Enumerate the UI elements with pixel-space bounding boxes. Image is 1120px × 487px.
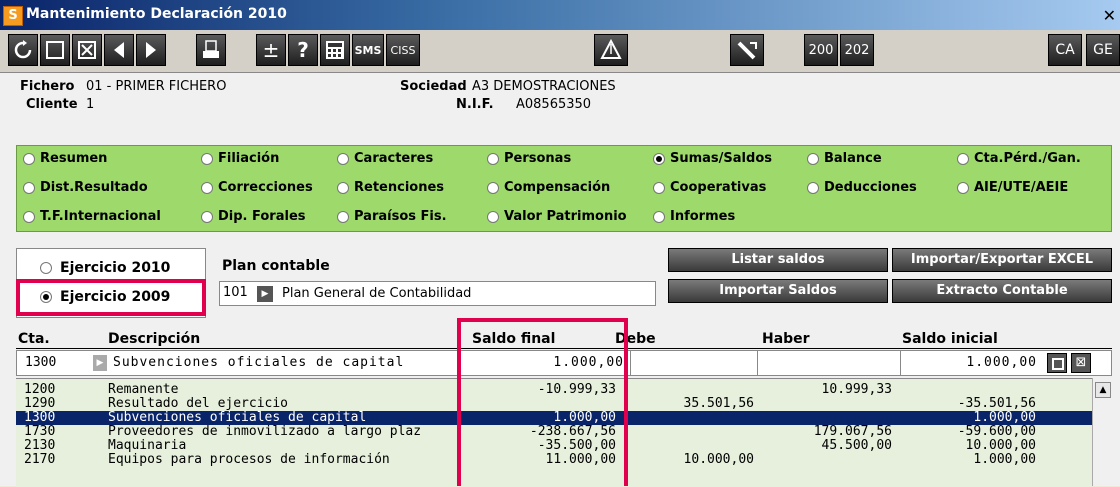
- sms-button[interactable]: SMS: [352, 34, 384, 66]
- section-aie-ute-aeie[interactable]: AIE/UTE/AEIE: [957, 180, 1068, 195]
- app-icon: S: [3, 6, 23, 26]
- section-personas[interactable]: Personas: [487, 151, 571, 166]
- tools-icon[interactable]: [730, 34, 764, 66]
- highlight-box: [16, 279, 206, 316]
- section-compensacion[interactable]: Compensación: [487, 180, 610, 195]
- radio-icon: [653, 210, 665, 223]
- ca-button[interactable]: CA: [1048, 34, 1082, 66]
- section-tf-internacional[interactable]: T.F.Internacional: [23, 209, 161, 224]
- fichero-value: 01 - PRIMER FICHERO: [86, 79, 227, 94]
- edit-haber-field[interactable]: [757, 351, 901, 375]
- radio-icon: [807, 181, 819, 194]
- radio-icon: [957, 152, 969, 165]
- importar-saldos-button[interactable]: Importar Saldos: [668, 279, 888, 303]
- section-balance[interactable]: Balance: [807, 151, 882, 166]
- plan-label: Plan contable: [222, 258, 330, 274]
- section-deducciones[interactable]: Deducciones: [807, 180, 917, 195]
- extracto-contable-button[interactable]: Extracto Contable: [892, 279, 1112, 303]
- radio-icon: [201, 210, 213, 223]
- model-200-button[interactable]: 200: [804, 34, 838, 66]
- section-paraisos-fis[interactable]: Paraísos Fis.: [337, 209, 447, 224]
- window-title: Mantenimiento Declaración 2010: [26, 6, 287, 22]
- section-cooperativas[interactable]: Cooperativas: [653, 180, 766, 195]
- section-selector: Resumen Filiación Caracteres Personas Su…: [16, 145, 1112, 232]
- main-window: S Mantenimiento Declaración 2010 ✕ ± ? S…: [0, 0, 1120, 487]
- cliente-value: 1: [86, 97, 95, 112]
- cta-lookup-icon[interactable]: ▶: [93, 355, 107, 371]
- radio-selected-icon: [653, 152, 665, 165]
- radio-icon: [201, 181, 213, 194]
- radio-icon: [487, 210, 499, 223]
- edit-cta-field[interactable]: 1300: [25, 355, 56, 370]
- radio-icon: [653, 181, 665, 194]
- new-record-icon[interactable]: [40, 34, 70, 66]
- section-retenciones[interactable]: Retenciones: [337, 180, 444, 195]
- section-correcciones[interactable]: Correcciones: [201, 180, 313, 195]
- radio-icon: [487, 152, 499, 165]
- plan-field[interactable]: 101 ▶ Plan General de Contabilidad: [219, 281, 656, 306]
- header-saldo-inicial: Saldo inicial: [902, 331, 998, 347]
- delete-record-icon[interactable]: [72, 34, 102, 66]
- nif-value: A08565350: [516, 97, 592, 112]
- edit-delete-icon[interactable]: ⊠: [1071, 353, 1091, 373]
- info-panel: Fichero 01 - PRIMER FICHERO Cliente 1 So…: [0, 73, 1120, 143]
- ejercicio-2010-radio[interactable]: Ejercicio 2010: [40, 260, 170, 276]
- title-bar[interactable]: S Mantenimiento Declaración 2010 ✕: [0, 0, 1120, 30]
- section-resumen[interactable]: Resumen: [23, 151, 107, 166]
- section-caracteres[interactable]: Caracteres: [337, 151, 433, 166]
- section-valor-patrimonio[interactable]: Valor Patrimonio: [487, 209, 627, 224]
- calculator-icon[interactable]: [320, 34, 350, 66]
- vertical-scrollbar[interactable]: ▲: [1092, 378, 1113, 486]
- radio-icon: [487, 181, 499, 194]
- header-descripcion: Descripción: [108, 331, 201, 347]
- radio-icon: [23, 210, 35, 223]
- radio-icon: [957, 181, 969, 194]
- radio-icon: [23, 152, 35, 165]
- edit-desc-field[interactable]: Subvenciones oficiales de capital: [113, 355, 404, 370]
- sociedad-label: Sociedad: [400, 79, 467, 94]
- radio-icon: [337, 210, 349, 223]
- section-sumas-saldos[interactable]: Sumas/Saldos: [653, 151, 772, 166]
- radio-icon: [201, 152, 213, 165]
- warning-icon[interactable]: [594, 34, 628, 66]
- header-cta: Cta.: [18, 331, 50, 347]
- scroll-up-icon[interactable]: ▲: [1095, 382, 1111, 398]
- section-dist-resultado[interactable]: Dist.Resultado: [23, 180, 148, 195]
- print-icon[interactable]: [196, 34, 226, 66]
- refresh-icon[interactable]: [8, 34, 38, 66]
- radio-icon: [40, 262, 52, 274]
- next-icon[interactable]: [136, 34, 166, 66]
- radio-icon: [337, 152, 349, 165]
- cliente-label: Cliente: [26, 97, 78, 112]
- plus-minus-icon[interactable]: ±: [256, 34, 286, 66]
- nif-label: N.I.F.: [456, 97, 494, 112]
- toolbar: ± ? SMS CISS 200 202 CA GE: [0, 30, 1120, 73]
- model-202-button[interactable]: 202: [840, 34, 874, 66]
- edit-saldo-inicial-field[interactable]: 1.000,00: [901, 355, 1037, 370]
- sociedad-value: A3 DEMOSTRACIONES: [472, 79, 616, 94]
- close-icon[interactable]: ✕: [1103, 6, 1116, 25]
- help-icon[interactable]: ?: [288, 34, 318, 66]
- section-cta-perd-gan[interactable]: Cta.Pérd./Gan.: [957, 151, 1081, 166]
- radio-icon: [23, 181, 35, 194]
- plan-lookup-icon[interactable]: ▶: [257, 286, 273, 302]
- ge-button[interactable]: GE: [1086, 34, 1120, 66]
- radio-icon: [807, 152, 819, 165]
- header-haber: Haber: [762, 331, 810, 347]
- radio-icon: [337, 181, 349, 194]
- section-dip-forales[interactable]: Dip. Forales: [201, 209, 306, 224]
- listar-saldos-button[interactable]: Listar saldos: [668, 248, 888, 272]
- previous-icon[interactable]: [104, 34, 134, 66]
- fichero-label: Fichero: [20, 79, 75, 94]
- highlight-box: [457, 318, 628, 486]
- importar-exportar-excel-button[interactable]: Importar/Exportar EXCEL: [892, 248, 1112, 272]
- ciss-button[interactable]: CISS: [386, 34, 420, 66]
- section-informes[interactable]: Informes: [653, 209, 735, 224]
- section-filiacion[interactable]: Filiación: [201, 151, 279, 166]
- plan-code: 101: [223, 285, 248, 300]
- edit-new-icon[interactable]: [1047, 353, 1067, 373]
- plan-name: Plan General de Contabilidad: [282, 286, 472, 301]
